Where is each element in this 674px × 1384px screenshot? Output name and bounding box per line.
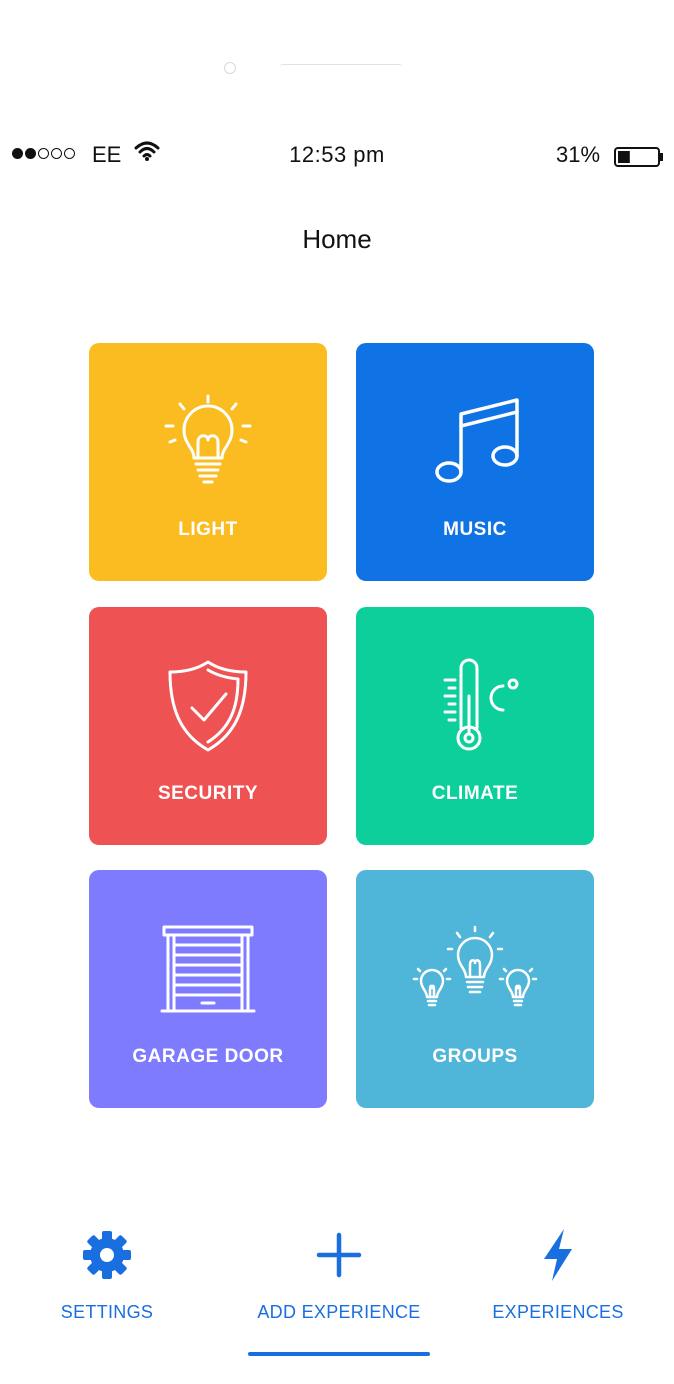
tab-settings[interactable]: SETTINGS [46,1220,168,1340]
tab-label: EXPERIENCES [492,1302,624,1322]
phone-screen: EE 12:53 pm 31% Home LIGHT MUSIC SECURIT… [0,0,674,1384]
tab-label: ADD EXPERIENCE [257,1302,421,1322]
tile-label: CLIMATE [431,783,519,804]
tile-label: SECURITY [157,783,259,804]
music-tile[interactable]: MUSIC [356,343,594,581]
earpiece-speaker [280,64,402,69]
light-tile[interactable]: LIGHT [89,343,327,581]
active-tab-indicator [248,1352,430,1356]
tile-label: GARAGE DOOR [132,1046,284,1067]
light-bulbs-group-icon [356,914,594,1024]
lightning-bolt-icon [490,1220,626,1290]
shield-check-icon [89,651,327,761]
tab-label: SETTINGS [60,1302,154,1322]
groups-tile[interactable]: GROUPS [356,870,594,1108]
light-bulb-icon [89,387,327,497]
bottom-tab-bar: SETTINGS ADD EXPERIENCE EXPERIENCES [0,1220,674,1384]
gear-icon [46,1220,168,1290]
tab-add-experience[interactable]: ADD EXPERIENCE [248,1220,430,1340]
page-title: Home [302,224,372,254]
security-tile[interactable]: SECURITY [89,607,327,845]
battery-icon [614,146,666,173]
tab-experiences[interactable]: EXPERIENCES [490,1220,626,1340]
plus-icon [248,1220,430,1290]
thermometer-icon [356,651,594,761]
garage-door-tile[interactable]: GARAGE DOOR [89,870,327,1108]
tile-label: MUSIC [443,519,507,540]
garage-door-icon [89,914,327,1024]
tile-label: LIGHT [178,519,238,540]
battery-percentage: 31% [556,142,601,167]
music-note-icon [356,387,594,497]
climate-tile[interactable]: CLIMATE [356,607,594,845]
tile-label: GROUPS [432,1046,518,1067]
front-camera [224,62,236,74]
status-bar: EE 12:53 pm 31% [0,138,674,174]
